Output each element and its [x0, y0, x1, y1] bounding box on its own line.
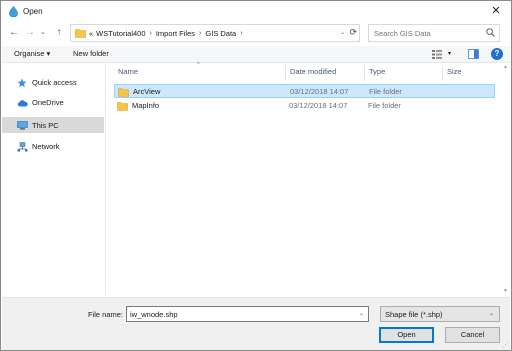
file-date-modified: 03/12/2018 14:07 [289, 101, 348, 110]
nav-item-label: This PC [32, 121, 59, 130]
breadcrumb-item[interactable]: GIS Data [205, 29, 236, 38]
dialog-footer: File name: iw_wnode.shp ⌄ Shape file (*.… [2, 297, 510, 350]
view-options-icon[interactable] [432, 50, 442, 59]
app-droplet-icon [9, 6, 18, 17]
nav-item-network[interactable]: Network [2, 139, 104, 154]
breadcrumb-item[interactable]: Import Files [156, 29, 195, 38]
file-type: File folder [368, 101, 401, 110]
breadcrumb-separator-icon[interactable]: › [150, 30, 152, 37]
cloud-icon [17, 100, 28, 107]
address-dropdown-icon[interactable]: ⌄ [340, 29, 345, 36]
column-header-type[interactable]: Type [369, 67, 385, 81]
command-bar: Organise ▾ New folder ▾ ? [2, 46, 510, 63]
organise-button[interactable]: Organise ▾ [14, 49, 50, 58]
vertical-scrollbar[interactable]: ▲ ▼ [502, 63, 510, 295]
resize-grip-icon[interactable]: ⋰ [502, 341, 509, 349]
nav-item-onedrive[interactable]: OneDrive [2, 95, 104, 110]
folder-icon [117, 102, 128, 111]
computer-icon [17, 121, 28, 130]
forward-arrow-icon: → [25, 27, 35, 38]
nav-item-quick-access[interactable]: Quick access [2, 75, 104, 90]
file-type-value: Shape file (*.shp) [385, 310, 443, 319]
network-icon [17, 142, 28, 152]
column-header-size[interactable]: Size [447, 67, 462, 81]
refresh-icon[interactable]: ⟳ [349, 27, 357, 38]
forward-button[interactable]: → [23, 26, 37, 40]
open-dialog: Open ✕ ← → ⌄ ↑ « WSTutorial400 › Import … [0, 0, 512, 351]
file-type: File folder [369, 87, 402, 96]
nav-item-label: Network [32, 142, 60, 151]
help-icon: ? [494, 49, 500, 58]
new-folder-button[interactable]: New folder [73, 49, 109, 58]
chevron-down-icon: ⌄ [488, 311, 494, 317]
close-button[interactable]: ✕ [489, 4, 503, 18]
file-date-modified: 03/12/2018 14:07 [290, 87, 349, 96]
folder-icon [118, 88, 129, 97]
close-icon: ✕ [491, 5, 501, 17]
dialog-title: Open [23, 7, 43, 16]
open-button[interactable]: Open [379, 327, 434, 343]
search-input[interactable] [374, 27, 482, 40]
file-name-label: File name: [88, 310, 124, 319]
title-bar: Open ✕ [1, 1, 511, 22]
file-name: MapInfo [132, 101, 160, 110]
nav-item-this-pc[interactable]: This PC [2, 117, 104, 133]
scroll-down-icon[interactable]: ▼ [503, 288, 508, 294]
navigation-pane: Quick access OneDrive This PC Network [2, 63, 106, 295]
breadcrumb: « WSTutorial400 › Import Files › GIS Dat… [89, 29, 247, 38]
column-divider[interactable] [364, 65, 365, 81]
back-button[interactable]: ← [7, 26, 21, 40]
recent-locations-button[interactable]: ⌄ [38, 26, 48, 40]
nav-item-label: OneDrive [32, 98, 64, 107]
column-header-name[interactable]: Name [118, 67, 138, 81]
folder-icon [75, 29, 86, 38]
view-dropdown-icon[interactable]: ▾ [448, 50, 451, 57]
up-button[interactable]: ↑ [52, 26, 66, 40]
up-arrow-icon: ↑ [56, 27, 62, 38]
cancel-button[interactable]: Cancel [445, 327, 500, 343]
scroll-up-icon[interactable]: ▲ [503, 64, 508, 70]
star-icon [17, 78, 27, 88]
column-divider[interactable] [285, 65, 286, 81]
breadcrumb-overflow[interactable]: « [89, 29, 93, 38]
breadcrumb-separator-icon[interactable]: › [240, 30, 242, 37]
table-row[interactable]: MapInfo 03/12/2018 14:07 File folder [114, 99, 495, 113]
breadcrumb-item[interactable]: WSTutorial400 [96, 29, 145, 38]
breadcrumb-separator-icon[interactable]: › [199, 30, 201, 37]
sort-ascending-icon: ^ [197, 62, 200, 68]
table-row[interactable]: ArcView 03/12/2018 14:07 File folder [114, 84, 495, 98]
search-icon [486, 28, 495, 37]
file-type-select[interactable]: Shape file (*.shp) ⌄ [380, 306, 500, 322]
address-bar[interactable]: « WSTutorial400 › Import Files › GIS Dat… [70, 24, 360, 42]
file-name-field[interactable]: iw_wnode.shp ⌄ [126, 306, 369, 322]
help-button[interactable]: ? [491, 48, 503, 60]
column-header-date-modified[interactable]: Date modified [290, 67, 336, 81]
column-divider[interactable] [442, 65, 443, 81]
back-arrow-icon: ← [9, 27, 19, 38]
preview-pane-icon[interactable] [468, 49, 479, 59]
chevron-down-icon: ⌄ [40, 29, 46, 36]
nav-item-label: Quick access [32, 78, 77, 87]
file-name-value[interactable]: iw_wnode.shp [130, 310, 178, 319]
file-name: ArcView [133, 87, 161, 96]
search-box[interactable] [368, 24, 500, 42]
chevron-down-icon[interactable]: ⌄ [359, 310, 364, 317]
